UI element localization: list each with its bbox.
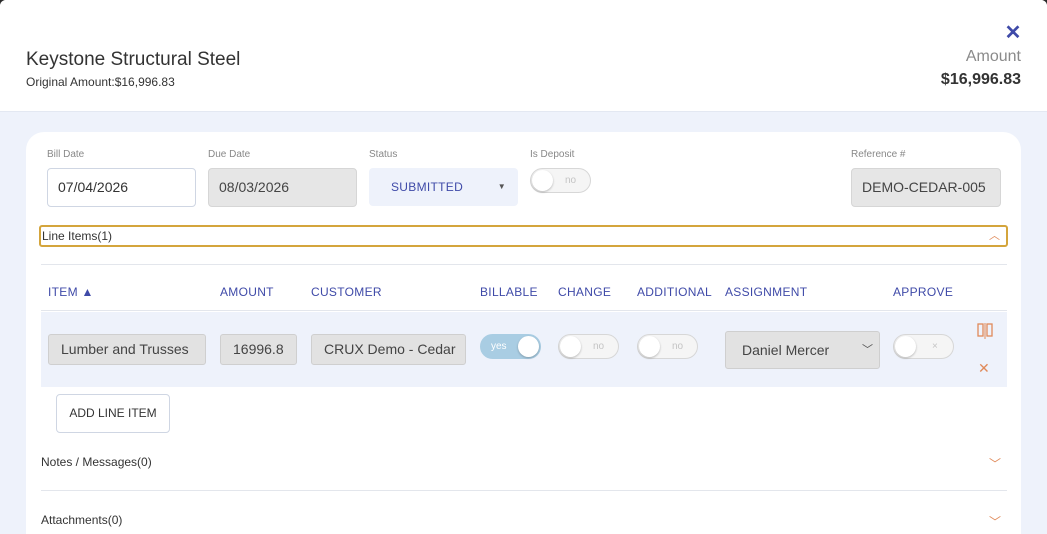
notes-section-toggle[interactable]: Notes / Messages(0) ﹀ — [41, 455, 1007, 475]
line-items-toggle[interactable]: Line Items(1) ︿ — [39, 225, 1008, 247]
vendor-name: Keystone Structural Steel — [26, 49, 241, 70]
attachments-title: Attachments(0) — [41, 513, 123, 527]
bill-modal: Keystone Structural Steel Original Amoun… — [0, 0, 1047, 534]
column-header-amount: AMOUNT — [220, 285, 274, 299]
status-select[interactable]: SUBMITTED ▼ — [369, 168, 518, 206]
line-items-title: Line Items(1) — [42, 229, 113, 243]
delete-icon[interactable]: ✕ — [978, 360, 990, 377]
additional-toggle[interactable]: no — [637, 334, 698, 359]
divider — [41, 490, 1007, 491]
status-label: Status — [369, 149, 398, 160]
split-icon[interactable] — [977, 322, 993, 343]
amount-value: $16,996.83 — [940, 71, 1021, 88]
column-header-item[interactable]: ITEM ▲ — [48, 285, 94, 299]
due-date-label: Due Date — [208, 149, 251, 160]
amount-input[interactable]: 16996.8 — [220, 334, 297, 365]
column-header-change: CHANGE — [558, 285, 612, 299]
column-header-customer: CUSTOMER — [311, 285, 382, 299]
split-icon-svg — [977, 323, 993, 339]
add-line-item-button[interactable]: ADD LINE ITEM — [56, 394, 170, 433]
divider — [41, 264, 1007, 265]
divider — [41, 310, 1007, 311]
notes-title: Notes / Messages(0) — [41, 455, 152, 469]
chevron-down-icon: ﹀ — [862, 344, 873, 356]
chevron-up-icon: ︿ — [989, 230, 1000, 242]
customer-input[interactable]: CRUX Demo - Cedar — [311, 334, 466, 365]
status-value: SUBMITTED — [391, 180, 464, 194]
change-toggle[interactable]: no — [558, 334, 619, 359]
toggle-knob — [560, 336, 581, 357]
column-header-approve: APPROVE — [893, 285, 954, 299]
toggle-knob — [639, 336, 660, 357]
approve-value: × — [932, 341, 938, 352]
billable-value: yes — [491, 341, 507, 352]
chevron-down-icon: ﹀ — [988, 457, 1001, 471]
column-header-assignment: ASSIGNMENT — [725, 285, 808, 299]
chevron-down-icon: ﹀ — [988, 515, 1001, 529]
column-header-additional: ADDITIONAL — [637, 285, 713, 299]
is-deposit-value: no — [565, 175, 577, 186]
change-value: no — [593, 341, 605, 352]
bill-date-label: Bill Date — [47, 149, 85, 160]
original-amount: Original Amount:$16,996.83 — [26, 75, 175, 89]
modal-header: Keystone Structural Steel Original Amoun… — [0, 0, 1047, 112]
close-icon[interactable]: ✕ — [1004, 23, 1022, 43]
reference-input[interactable]: DEMO-CEDAR-005 — [851, 168, 1001, 207]
assignment-select[interactable]: Daniel Mercer ﹀ — [725, 331, 880, 369]
toggle-knob — [518, 336, 539, 357]
is-deposit-label: Is Deposit — [530, 149, 575, 160]
approve-toggle[interactable]: × — [893, 334, 954, 359]
assignment-value: Daniel Mercer — [742, 342, 830, 358]
toggle-knob — [532, 170, 553, 191]
item-input[interactable]: Lumber and Trusses — [48, 334, 206, 365]
additional-value: no — [672, 341, 684, 352]
attachments-section-toggle[interactable]: Attachments(0) ﹀ — [41, 513, 1007, 533]
due-date-input[interactable]: 08/03/2026 — [208, 168, 357, 207]
column-header-billable: BILLABLE — [480, 285, 538, 299]
billable-toggle[interactable]: yes — [480, 334, 541, 359]
bill-date-input[interactable]: 07/04/2026 — [47, 168, 196, 207]
amount-label: Amount — [965, 48, 1021, 65]
caret-down-icon: ▼ — [497, 182, 506, 191]
is-deposit-toggle[interactable]: no — [530, 168, 591, 193]
toggle-knob — [895, 336, 916, 357]
reference-label: Reference # — [851, 149, 906, 160]
